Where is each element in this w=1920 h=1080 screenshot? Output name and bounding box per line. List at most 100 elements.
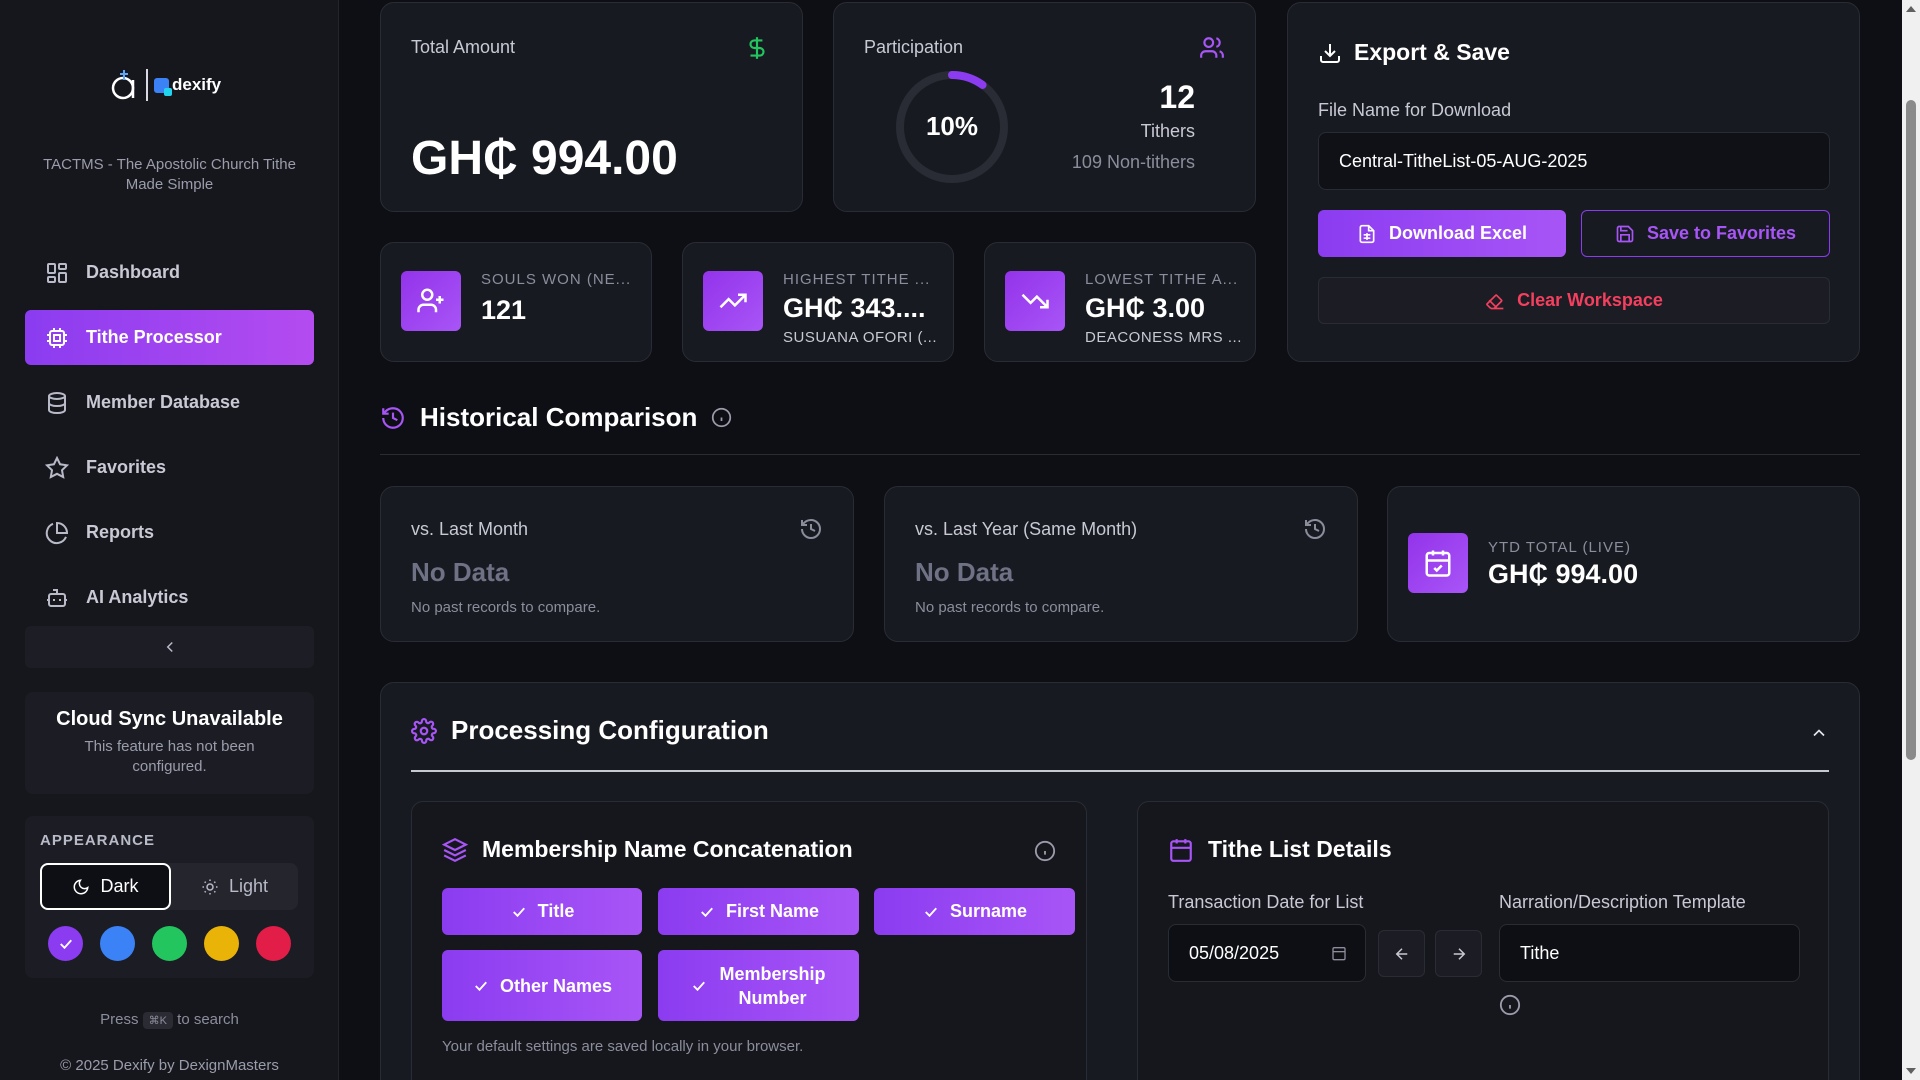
chip-first-name[interactable]: First Name: [658, 888, 859, 935]
calendar-picker-icon[interactable]: [1331, 945, 1347, 961]
highest-tithe-card: HIGHEST TITHE ... GH₵ 343.... SUSUANA OF…: [682, 242, 954, 362]
highest-tithe-value: GH₵ 343....: [783, 293, 926, 323]
appearance-label: APPEARANCE: [40, 832, 156, 849]
save-to-favorites-label: Save to Favorites: [1646, 223, 1797, 243]
info-icon[interactable]: [1499, 994, 1521, 1016]
membership-name-heading: Membership Name Concatenation: [442, 836, 853, 863]
sidebar-item-member-database[interactable]: Member Database: [25, 375, 314, 430]
file-name-input[interactable]: Central-TitheList-05-AUG-2025: [1318, 132, 1830, 190]
collapse-sidebar-button[interactable]: [25, 626, 314, 668]
history-icon: [382, 406, 404, 429]
scrollbar-thumb[interactable]: [1906, 100, 1916, 760]
vs-last-year-value: No Data: [915, 557, 1014, 587]
chevron-left-icon: [166, 641, 173, 653]
calendar-icon: [1170, 838, 1192, 862]
check-icon: [512, 907, 525, 917]
export-save-heading: Export & Save: [1318, 39, 1510, 66]
accent-swatch-yellow[interactable]: [204, 926, 239, 961]
star-icon: [45, 455, 69, 479]
chip-membership-number[interactable]: Membership Number: [658, 950, 859, 1021]
total-amount-card: Total Amount GH₵ 994.00: [380, 2, 803, 212]
accent-swatch-purple[interactable]: [48, 926, 83, 961]
ytd-total-caption: YTD TOTAL (LIVE): [1488, 539, 1631, 556]
sidebar-item-reports[interactable]: Reports: [25, 505, 314, 560]
info-icon[interactable]: [711, 407, 732, 428]
moon-icon: [74, 878, 90, 894]
sidebar: dexify TACTMS - The Apostolic Church Tit…: [0, 0, 339, 1080]
check-icon: [925, 907, 937, 917]
narration-input[interactable]: Tithe: [1499, 924, 1800, 982]
page-scrollbar[interactable]: [1902, 0, 1920, 1080]
trending-down-icon: [1005, 271, 1065, 331]
sidebar-item-tithe-processor[interactable]: Tithe Processor: [25, 310, 314, 365]
scroll-up-arrow[interactable]: [1906, 6, 1916, 12]
chip-label: Title: [537, 901, 575, 921]
dollar-icon: [749, 37, 765, 59]
lowest-tithe-value: GH₵ 3.00: [1085, 293, 1206, 323]
dark-theme-button[interactable]: Dark: [40, 863, 171, 910]
app-logo[interactable]: dexify: [110, 68, 221, 102]
settings-saved-note: Your default settings are saved locally …: [442, 1038, 804, 1055]
accent-swatch-red[interactable]: [256, 926, 291, 961]
clear-workspace-label: Clear Workspace: [1517, 290, 1663, 310]
chip-surname[interactable]: Surname: [874, 888, 1075, 935]
previous-date-button[interactable]: [1378, 930, 1425, 977]
sidebar-item-ai-analytics[interactable]: AI Analytics: [25, 570, 314, 625]
participation-percent: 10%: [925, 111, 979, 141]
sidebar-item-label: AI Analytics: [86, 587, 189, 607]
info-icon[interactable]: [1034, 840, 1056, 862]
eraser-icon: [1486, 293, 1504, 309]
apostolic-logo-icon: [111, 70, 135, 100]
theme-toggle: Dark Light: [40, 863, 298, 910]
sidebar-item-favorites[interactable]: Favorites: [25, 440, 314, 495]
search-hint: Press ⌘K to search: [25, 1011, 314, 1029]
save-icon: [1616, 225, 1634, 242]
chip-title[interactable]: Title: [442, 888, 642, 935]
chip-label: First Name: [725, 901, 820, 921]
chevron-up-icon[interactable]: [1809, 723, 1829, 743]
cpu-icon: [47, 327, 67, 348]
appearance-panel: APPEARANCE Dark Light: [25, 816, 314, 978]
database-icon: [48, 391, 66, 414]
download-icon: [1320, 43, 1340, 63]
ytd-total-value: GH₵ 994.00: [1488, 559, 1639, 589]
next-date-button[interactable]: [1435, 930, 1482, 977]
scroll-down-arrow[interactable]: [1906, 1068, 1916, 1074]
transaction-date-input[interactable]: 05/08/2025: [1168, 924, 1366, 982]
light-theme-button[interactable]: Light: [171, 863, 298, 910]
sidebar-item-label: Tithe Processor: [86, 327, 222, 347]
chip-other-names[interactable]: Other Names: [442, 950, 642, 1021]
vs-last-year-card: vs. Last Year (Same Month) No Data No pa…: [884, 486, 1358, 642]
file-spreadsheet-icon: [1359, 224, 1375, 243]
check-icon: [59, 939, 72, 949]
save-to-favorites-button[interactable]: Save to Favorites: [1581, 210, 1830, 257]
narration-label: Narration/Description Template: [1499, 892, 1746, 912]
copyright: © 2025 Dexify by DexignMasters: [60, 1057, 279, 1074]
tithe-list-details-heading: Tithe List Details: [1168, 836, 1392, 863]
trending-up-icon: [703, 271, 763, 331]
download-excel-button[interactable]: Download Excel: [1318, 210, 1566, 257]
vs-last-month-note: No past records to compare.: [411, 599, 601, 616]
accent-swatch-blue[interactable]: [100, 926, 135, 961]
total-amount-value: GH₵ 994.00: [411, 132, 678, 185]
app-tagline: TACTMS - The Apostolic Church Tithe Made…: [43, 156, 296, 193]
chip-label: Surname: [949, 901, 1028, 921]
vs-last-month-value: No Data: [411, 557, 510, 587]
souls-won-value: 121: [481, 295, 527, 325]
search-hint-before: Press: [100, 1011, 139, 1028]
users-icon: [1200, 37, 1224, 58]
dexify-mark-icon: [154, 77, 172, 96]
sidebar-item-dashboard[interactable]: Dashboard: [25, 245, 314, 300]
accent-swatches: [40, 926, 299, 961]
logo-text: dexify: [172, 75, 222, 94]
accent-swatch-green[interactable]: [152, 926, 187, 961]
search-hint-after: to search: [177, 1011, 239, 1028]
grid-icon: [47, 262, 67, 283]
layers-icon: [442, 837, 468, 862]
ytd-total-card: YTD TOTAL (LIVE) GH₵ 994.00: [1387, 486, 1860, 642]
clear-workspace-button[interactable]: Clear Workspace: [1318, 277, 1830, 324]
participation-card: Participation 10% 12 Tithers 109 Non-tit…: [833, 2, 1256, 212]
section-divider: [380, 454, 1860, 455]
sidebar-item-label: Favorites: [86, 457, 167, 477]
vs-last-year-note: No past records to compare.: [915, 599, 1105, 616]
